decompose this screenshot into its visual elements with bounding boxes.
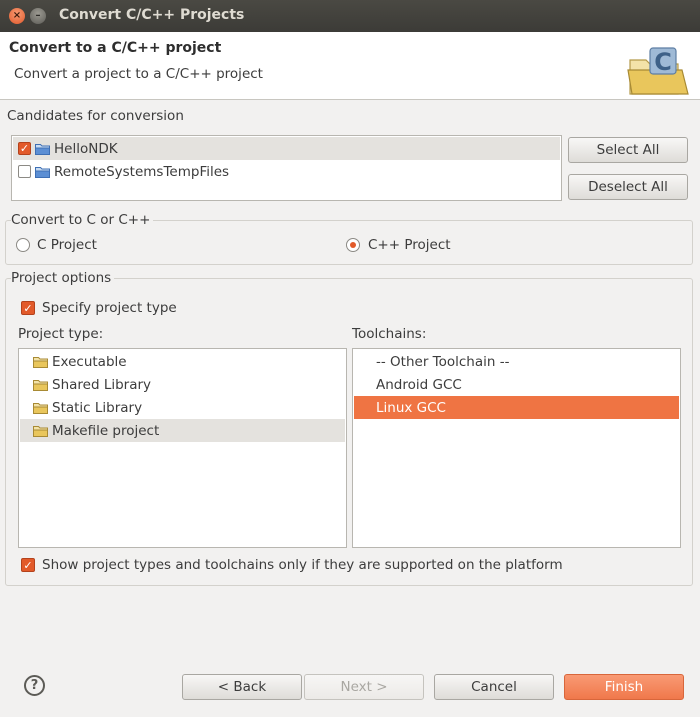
c-project-radio[interactable] bbox=[16, 238, 30, 252]
next-button[interactable]: Next > bbox=[304, 674, 424, 700]
project-type-label: Project type: bbox=[18, 326, 104, 342]
cpp-project-label: C++ Project bbox=[368, 237, 451, 253]
toolchain-text: Linux GCC bbox=[376, 399, 446, 416]
c-project-label: C Project bbox=[37, 237, 97, 253]
help-icon: ? bbox=[30, 678, 39, 693]
c-folder-wizard-icon: C bbox=[627, 47, 689, 95]
project-type-item[interactable]: Makefile project bbox=[20, 419, 345, 442]
convert-language-label: Convert to C or C++ bbox=[11, 212, 154, 228]
deselect-all-button[interactable]: Deselect All bbox=[568, 174, 688, 200]
folder-icon bbox=[33, 425, 48, 437]
cpp-project-radio[interactable] bbox=[346, 238, 360, 252]
close-icon: × bbox=[12, 10, 22, 21]
toolchain-text: Android GCC bbox=[376, 376, 462, 393]
toolchains-label: Toolchains: bbox=[352, 326, 427, 342]
candidate-checkbox[interactable] bbox=[18, 165, 31, 178]
wizard-title: Convert to a C/C++ project bbox=[9, 40, 222, 56]
project-type-item[interactable]: Shared Library bbox=[20, 373, 345, 396]
project-folder-icon bbox=[35, 166, 50, 178]
project-type-list[interactable]: Executable Shared Library Static Library… bbox=[18, 348, 347, 548]
help-button[interactable]: ? bbox=[24, 675, 45, 696]
specify-project-type-checkbox[interactable]: ✓ bbox=[21, 301, 35, 315]
minimize-window-button[interactable]: – bbox=[30, 8, 46, 24]
folder-icon bbox=[33, 379, 48, 391]
specify-project-type-label: Specify project type bbox=[42, 300, 177, 316]
back-button[interactable]: < Back bbox=[182, 674, 302, 700]
show-supported-checkbox[interactable]: ✓ bbox=[21, 558, 35, 572]
project-type-text: Makefile project bbox=[52, 422, 160, 439]
project-folder-icon bbox=[35, 143, 50, 155]
wizard-description: Convert a project to a C/C++ project bbox=[14, 66, 263, 82]
toolchain-text: -- Other Toolchain -- bbox=[376, 353, 510, 370]
wizard-banner: Convert to a C/C++ project Convert a pro… bbox=[0, 32, 700, 100]
finish-button[interactable]: Finish bbox=[564, 674, 684, 700]
folder-icon bbox=[33, 356, 48, 368]
project-options-label: Project options bbox=[11, 270, 115, 286]
title-bar: × – Convert C/C++ Projects bbox=[0, 0, 700, 32]
project-type-text: Static Library bbox=[52, 399, 143, 416]
toolchains-list[interactable]: -- Other Toolchain -- Android GCC Linux … bbox=[352, 348, 681, 548]
project-type-text: Shared Library bbox=[52, 376, 152, 393]
select-all-button[interactable]: Select All bbox=[568, 137, 688, 163]
toolchain-item[interactable]: Android GCC bbox=[354, 373, 679, 396]
project-type-text: Executable bbox=[52, 353, 127, 370]
candidates-list[interactable]: ✓ HelloNDK RemoteSystemsTempFiles bbox=[11, 135, 562, 201]
show-supported-label: Show project types and toolchains only i… bbox=[42, 557, 563, 573]
folder-icon bbox=[33, 402, 48, 414]
window-title: Convert C/C++ Projects bbox=[59, 7, 245, 23]
project-type-item[interactable]: Static Library bbox=[20, 396, 345, 419]
candidates-label: Candidates for conversion bbox=[7, 108, 184, 124]
candidate-label: RemoteSystemsTempFiles bbox=[54, 163, 230, 180]
toolchain-item[interactable]: Linux GCC bbox=[354, 396, 679, 419]
candidate-checkbox[interactable]: ✓ bbox=[18, 142, 31, 155]
candidate-item[interactable]: ✓ HelloNDK bbox=[13, 137, 560, 160]
convert-projects-dialog: × – Convert C/C++ Projects Convert to a … bbox=[0, 0, 700, 717]
project-type-item[interactable]: Executable bbox=[20, 350, 345, 373]
close-window-button[interactable]: × bbox=[9, 8, 25, 24]
toolchain-item[interactable]: -- Other Toolchain -- bbox=[354, 350, 679, 373]
candidate-item[interactable]: RemoteSystemsTempFiles bbox=[13, 160, 560, 183]
svg-text:C: C bbox=[654, 48, 672, 76]
candidate-label: HelloNDK bbox=[54, 140, 118, 157]
minimize-icon: – bbox=[35, 10, 41, 21]
cancel-button[interactable]: Cancel bbox=[434, 674, 554, 700]
